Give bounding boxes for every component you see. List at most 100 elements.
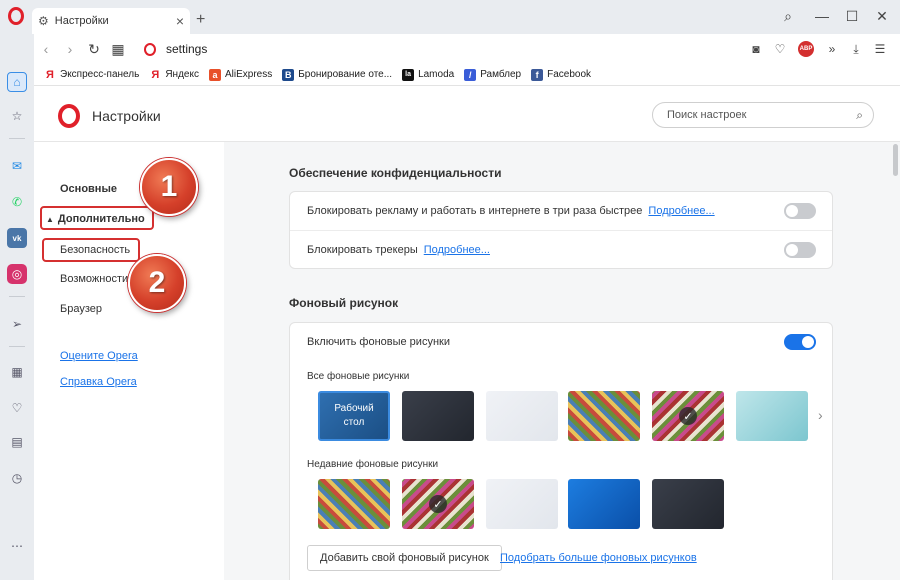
sidebar-divider [9, 346, 25, 347]
bookmark-label: Бронирование оте... [298, 69, 393, 80]
forward-icon[interactable]: › [58, 41, 82, 57]
home-icon[interactable]: ⌂ [7, 72, 27, 92]
help-opera-link[interactable]: Справка Opera [60, 376, 137, 388]
block-ads-row: Блокировать рекламу и работать в интерне… [290, 192, 832, 230]
bookmark-aliexpress[interactable]: a AliExpress [208, 68, 273, 81]
settings-main: Обеспечение конфиденциальности Блокирова… [224, 142, 900, 580]
maximize-button[interactable]: ☐ [842, 8, 862, 25]
check-icon: ✓ [429, 495, 447, 513]
nav-basic[interactable]: Основные [60, 183, 117, 195]
bookmark-label: Facebook [547, 69, 592, 80]
recent-wallpaper-3[interactable] [486, 479, 558, 529]
page-title: Настройки [92, 108, 161, 124]
bookmark-label: Экспресс-панель [60, 69, 140, 80]
rate-opera-link[interactable]: Оцените Opera [60, 350, 138, 362]
new-tab-button[interactable]: + [196, 11, 205, 29]
wallpaper-desktop[interactable]: Рабочий стол [318, 391, 390, 441]
tab-close-icon[interactable]: × [176, 13, 184, 29]
yandex-icon: Я [46, 68, 54, 81]
history-icon[interactable]: ◷ [7, 468, 27, 488]
check-icon: ✓ [679, 407, 697, 425]
bookmark-facebook[interactable]: f Facebook [531, 68, 592, 81]
sidebar-divider [9, 296, 25, 297]
wallpaper-illustration-1[interactable] [568, 391, 640, 441]
address-bar: ‹ › ↻ ▦ settings ◙ ♡ ABP » ⤓ ☰ [34, 34, 900, 64]
chevrons-right-icon[interactable]: » [820, 42, 844, 56]
nav-browser[interactable]: Браузер [60, 303, 102, 315]
wallpaper-dark[interactable] [402, 391, 474, 441]
opera-menu-icon[interactable] [8, 7, 24, 25]
news-icon[interactable]: ▤ [7, 432, 27, 452]
speed-dial-icon[interactable]: ▦ [7, 362, 27, 382]
block-ads-more-link[interactable]: Подробнее... [648, 205, 714, 217]
easy-setup-icon[interactable]: ☰ [868, 42, 892, 56]
heart-icon[interactable]: ♡ [7, 398, 27, 418]
bookmark-label: Рамблер [480, 69, 522, 80]
bookmark-booking[interactable]: B Бронирование оте... [282, 68, 393, 81]
title-bar: ⚙ Настройки × + ⌕ — ☐ ✕ [0, 0, 900, 34]
recent-wallpaper-5[interactable] [652, 479, 724, 529]
yandex-icon: Я [151, 68, 160, 81]
bookmark-lamoda[interactable]: la Lamoda [402, 68, 454, 81]
block-trackers-toggle[interactable] [784, 242, 816, 258]
step-badge-1: 1 [140, 158, 198, 216]
instagram-icon[interactable]: ◎ [7, 264, 27, 284]
highlight-security [42, 238, 140, 262]
bookmarks-bar: Я Экспресс-панель Я Яндекс a AliExpress … [34, 64, 900, 86]
bookmark-express-panel[interactable]: Я Экспресс-панель [44, 69, 139, 81]
chevron-right-icon[interactable]: › [818, 407, 823, 423]
scrollbar[interactable] [890, 142, 900, 580]
opera-logo [58, 104, 80, 128]
reload-icon[interactable]: ↻ [82, 41, 106, 58]
adblock-icon[interactable]: ABP [798, 41, 814, 57]
settings-nav: Основные ▲ Дополнительно Безопасность Воз… [34, 142, 224, 580]
url-field[interactable]: settings [166, 42, 744, 56]
settings-header: Настройки Поиск настроек ⌕ [34, 86, 900, 142]
search-placeholder: Поиск настроек [667, 109, 747, 121]
close-window-button[interactable]: ✕ [872, 8, 892, 25]
minimize-button[interactable]: — [812, 8, 832, 24]
download-icon[interactable]: ⤓ [844, 42, 868, 57]
gear-icon: ⚙ [38, 14, 49, 28]
block-ads-toggle[interactable] [784, 203, 816, 219]
wallpaper-teal[interactable] [736, 391, 808, 441]
tabs-grid-icon[interactable]: ▦ [106, 41, 130, 58]
add-wallpaper-button[interactable]: Добавить свой фоновый рисунок [307, 545, 502, 571]
messenger-icon[interactable]: ✉ [7, 156, 27, 176]
star-icon[interactable]: ☆ [7, 106, 27, 126]
rambler-icon: / [464, 68, 477, 81]
heart-icon[interactable]: ♡ [768, 42, 792, 56]
more-wallpapers-link[interactable]: Подобрать больше фоновых рисунков [500, 552, 697, 564]
block-trackers-more-link[interactable]: Подробнее... [424, 244, 490, 256]
nav-features[interactable]: Возможности [60, 273, 128, 285]
search-icon: ⌕ [856, 107, 863, 122]
bookmark-yandex[interactable]: Я Яндекс [149, 69, 199, 81]
facebook-icon: f [531, 68, 544, 81]
enable-wallpapers-toggle[interactable] [784, 334, 816, 350]
recent-wallpaper-4[interactable] [568, 479, 640, 529]
highlight-advanced [40, 206, 154, 230]
recent-wallpaper-1[interactable] [318, 479, 390, 529]
privacy-section-title: Обеспечение конфиденциальности [289, 166, 502, 180]
camera-icon[interactable]: ◙ [744, 42, 768, 56]
tab-title: Настройки [54, 15, 109, 27]
more-icon[interactable]: ⋯ [7, 536, 27, 556]
wallpaper-illustration-2[interactable]: ✓ [652, 391, 724, 441]
back-icon[interactable]: ‹ [34, 41, 58, 57]
sidebar-divider [9, 138, 25, 139]
bookmark-label: AliExpress [224, 69, 273, 80]
vk-icon[interactable]: vk [7, 228, 27, 248]
scrollbar-thumb[interactable] [893, 144, 898, 176]
whatsapp-icon[interactable]: ✆ [7, 192, 27, 212]
search-tabs-icon[interactable]: ⌕ [778, 8, 798, 25]
wallpaper-light[interactable] [486, 391, 558, 441]
recent-wallpaper-2[interactable]: ✓ [402, 479, 474, 529]
send-icon[interactable]: ➢ [7, 314, 27, 334]
recent-wallpapers-label: Недавние фоновые рисунки [307, 459, 439, 470]
opera-sidebar: ⌂ ☆ ✉ ✆ vk ◎ ➢ ▦ ♡ ▤ ◷ ⋯ [0, 34, 34, 580]
step-badge-2: 2 [128, 254, 186, 312]
enable-wallpapers-row: Включить фоновые рисунки [290, 323, 832, 361]
tab-settings[interactable]: ⚙ Настройки × [32, 8, 190, 34]
settings-search-input[interactable]: Поиск настроек ⌕ [652, 102, 874, 128]
bookmark-rambler[interactable]: / Рамблер [464, 68, 522, 81]
